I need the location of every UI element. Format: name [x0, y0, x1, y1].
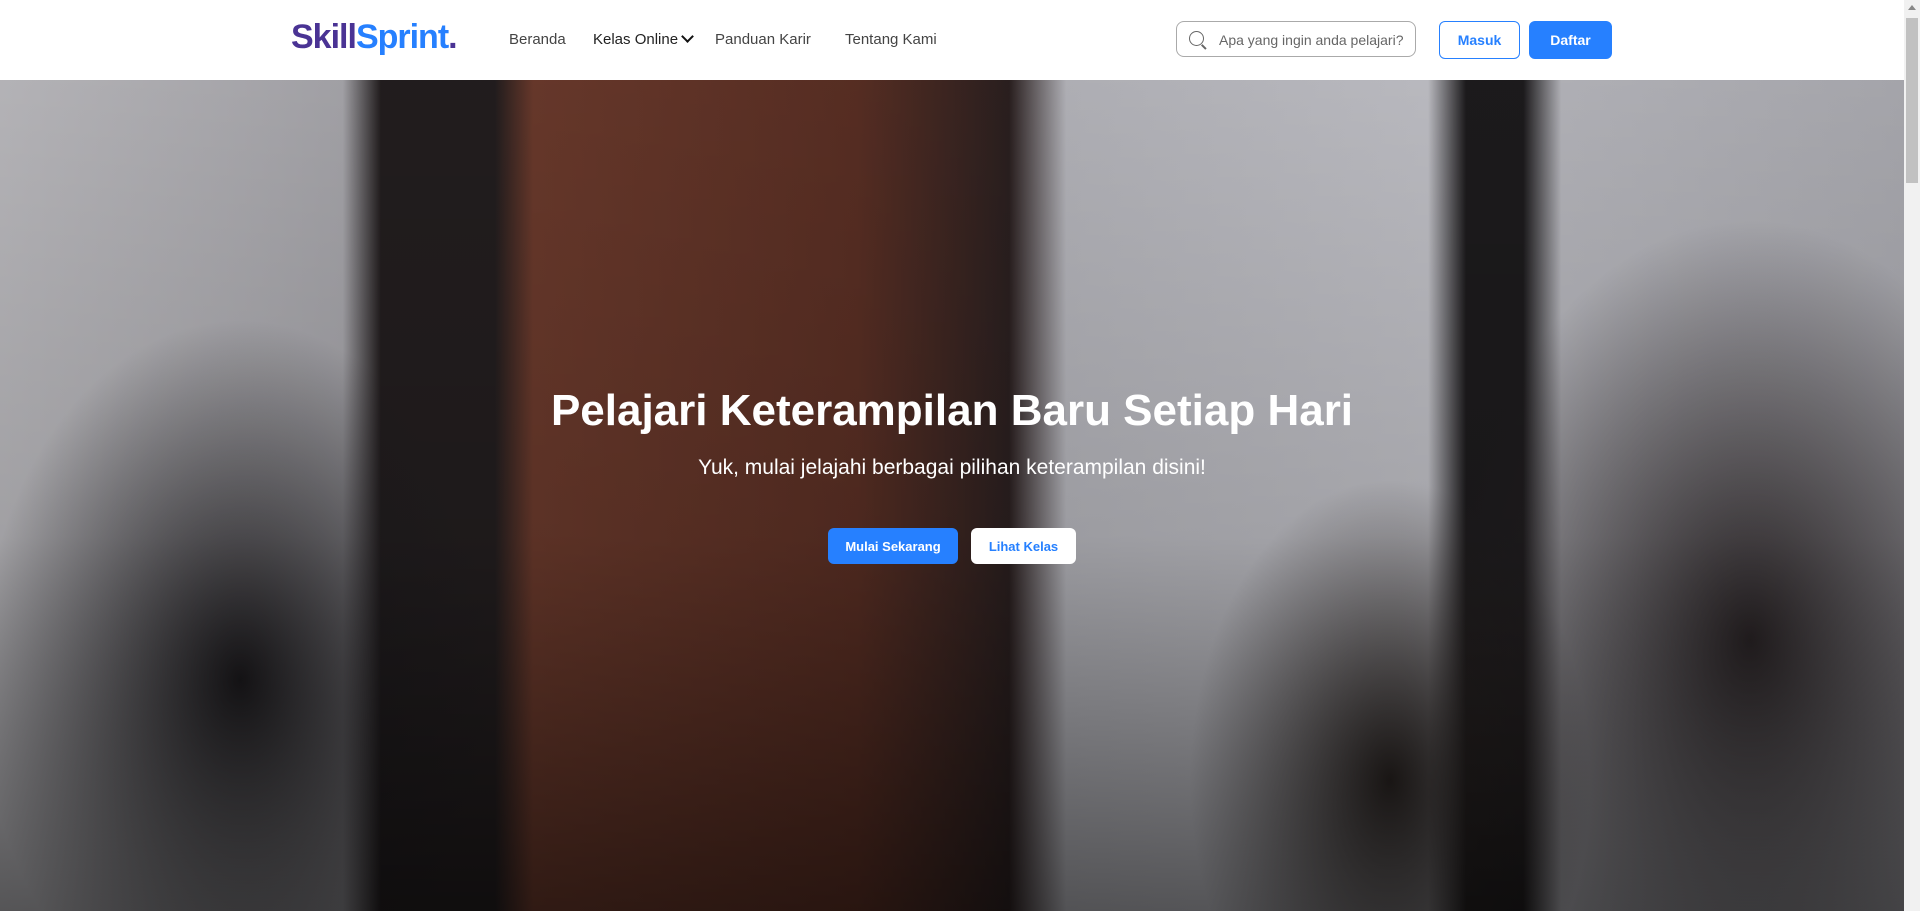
- register-button[interactable]: Daftar: [1529, 21, 1612, 59]
- nav-kelas-online[interactable]: Kelas Online: [593, 30, 694, 48]
- search-input[interactable]: [1217, 22, 1411, 58]
- start-now-button[interactable]: Mulai Sekarang: [828, 528, 958, 564]
- scrollbar[interactable]: [1904, 0, 1920, 911]
- logo[interactable]: SkillSprint.: [291, 18, 458, 57]
- search-icon: [1189, 31, 1204, 46]
- navbar: SkillSprint. Beranda Kelas Online Pandua…: [0, 0, 1904, 80]
- hero-subtitle: Yuk, mulai jelajahi berbagai pilihan ket…: [698, 456, 1206, 479]
- nav-tentang-kami[interactable]: Tentang Kami: [845, 31, 937, 48]
- scroll-up-arrow-icon[interactable]: [1908, 5, 1916, 10]
- hero-section: Pelajari Keterampilan Baru Setiap Hari Y…: [0, 80, 1904, 911]
- chevron-down-icon: [681, 30, 694, 43]
- hero-background-image: [0, 80, 1904, 911]
- login-button[interactable]: Masuk: [1439, 21, 1520, 59]
- view-classes-button[interactable]: Lihat Kelas: [971, 528, 1076, 564]
- nav-beranda[interactable]: Beranda: [509, 31, 566, 48]
- scrollbar-thumb[interactable]: [1906, 18, 1918, 183]
- nav-panduan-karir[interactable]: Panduan Karir: [715, 31, 811, 48]
- search-box: [1176, 21, 1416, 58]
- hero-title: Pelajari Keterampilan Baru Setiap Hari: [550, 386, 1354, 435]
